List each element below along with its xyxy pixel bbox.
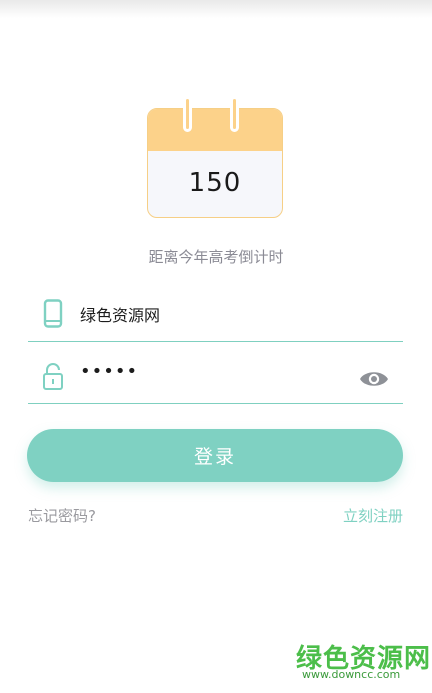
login-button[interactable]: 登录 [27, 429, 403, 482]
phone-icon [43, 299, 63, 328]
forgot-password-link[interactable]: 忘记密码? [28, 505, 96, 526]
calendar-card [147, 108, 283, 218]
password-value: ••••• [80, 361, 139, 382]
calendar-ring-left [183, 96, 192, 132]
username-value: 绿色资源网 [80, 306, 161, 325]
password-field[interactable]: ••••• [28, 353, 403, 404]
calendar-header [148, 109, 282, 151]
calendar-icon: 150 [147, 96, 283, 220]
status-bar [0, 0, 432, 18]
username-field[interactable]: 绿色资源网 [28, 291, 403, 342]
calendar-ring-right [230, 96, 239, 132]
watermark-url: www.downcc.com [302, 668, 401, 681]
register-link[interactable]: 立刻注册 [343, 505, 403, 526]
lock-icon [43, 363, 63, 390]
countdown-days: 150 [188, 168, 242, 198]
countdown-caption: 距离今年高考倒计时 [148, 248, 284, 266]
eye-icon[interactable] [359, 368, 389, 390]
